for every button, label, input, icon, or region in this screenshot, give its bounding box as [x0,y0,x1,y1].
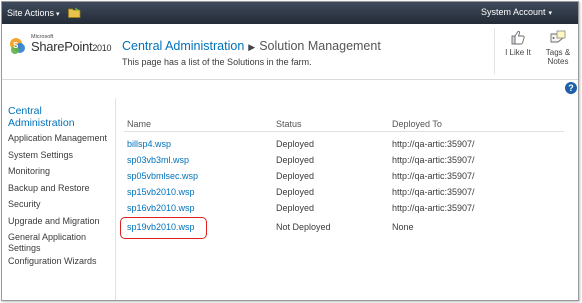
svg-text:S: S [13,41,19,50]
solution-name-link[interactable]: sp05vbmlsec.wsp [127,171,198,181]
tags-label-line2: Notes [547,57,569,66]
tags-icon [550,30,566,43]
solution-name-link[interactable]: sp03vb3ml.wsp [127,155,189,165]
column-header-name[interactable]: Name [127,119,151,129]
site-actions-label: Site Actions [7,8,55,18]
site-actions-menu[interactable]: Site Actions ▾ [7,8,60,18]
breadcrumb-arrow-icon: ▶ [248,42,256,52]
table-row: sp03vb3ml.wsp Deployed http://qa-artic:3… [117,152,578,168]
nav-heading-line2: Administration [8,117,75,129]
nav-heading-line1: Central [8,105,42,117]
nav-item-upgrade-and-migration[interactable]: Upgrade and Migration [8,216,115,233]
chevron-down-icon: ▾ [548,10,552,17]
table-row: sp05vbmlsec.wsp Deployed http://qa-artic… [117,168,578,184]
highlight-annotation [120,217,207,239]
i-like-it-button[interactable]: I Like It [502,30,534,57]
product-name: SharePoint2010 [31,39,111,54]
nav-heading-central-administration[interactable]: Central Administration [8,105,75,129]
breadcrumb: Central Administration ▶ Solution Manageme… [122,39,381,53]
product-year: 2010 [92,43,112,53]
sharepoint-window: Site Actions ▾ System Account ▾ S Microsof… [1,1,579,301]
table-row: sp15vb2010.wsp Deployed http://qa-artic:… [117,184,578,200]
column-header-deployed-to[interactable]: Deployed To [392,119,442,129]
solution-deployed-to: http://qa-artic:35907/ [392,139,475,149]
folder-icon[interactable] [68,7,81,18]
solution-deployed-to: http://qa-artic:35907/ [392,171,475,181]
table-row: sp16vb2010.wsp Deployed http://qa-artic:… [117,200,578,216]
account-name: System Account [480,7,546,17]
column-header-status[interactable]: Status [276,119,302,129]
nav-item-general-application-settings[interactable]: General Application Settings [8,232,115,256]
account-menu[interactable]: System Account ▾ [481,7,552,17]
like-label: I Like It [505,48,531,57]
table-row: billsp4.wsp Deployed http://qa-artic:359… [117,136,578,152]
divider [494,28,495,74]
chevron-down-icon: ▾ [56,11,60,18]
solution-status: Deployed [276,155,315,165]
solution-status: Deployed [276,139,315,149]
quick-launch: Central Administration Application Manag… [2,98,116,300]
solution-deployed-to: http://qa-artic:35907/ [392,155,475,165]
page-title: Solution Management [259,39,381,53]
solutions-table: Name Status Deployed To billsp4.wsp Depl… [117,98,578,300]
solution-deployed-to: None [392,222,414,232]
product-label: SharePoint [31,39,93,54]
title-area: S Microsoft SharePoint2010 Central Admin… [2,24,578,80]
solution-deployed-to: http://qa-artic:35907/ [392,203,475,213]
solution-status: Deployed [276,171,315,181]
nav-item-application-management[interactable]: Application Management [8,133,115,150]
like-icon [511,30,525,45]
header-divider [124,131,564,132]
solution-name-link[interactable]: billsp4.wsp [127,139,171,149]
nav-item-monitoring[interactable]: Monitoring [8,166,115,183]
nav-list: Application Management System Settings M… [8,133,115,273]
solution-status: Deployed [276,203,315,213]
solution-name-link[interactable]: sp15vb2010.wsp [127,187,195,197]
nav-item-configuration-wizards[interactable]: Configuration Wizards [8,256,115,273]
solution-status: Not Deployed [276,222,331,232]
nav-item-backup-and-restore[interactable]: Backup and Restore [8,183,115,200]
solution-status: Deployed [276,187,315,197]
solution-deployed-to: http://qa-artic:35907/ [392,187,475,197]
help-icon[interactable]: ? [565,82,577,94]
page-description: This page has a list of the Solutions in… [122,57,312,67]
nav-item-security[interactable]: Security [8,199,115,216]
solution-name-link[interactable]: sp16vb2010.wsp [127,203,195,213]
tags-notes-button[interactable]: Tags & Notes [540,30,576,66]
top-ribbon: Site Actions ▾ System Account ▾ [2,2,578,24]
sharepoint-logo: S Microsoft SharePoint2010 [7,33,117,73]
breadcrumb-root-link[interactable]: Central Administration [122,39,244,53]
nav-item-system-settings[interactable]: System Settings [8,150,115,167]
tags-label-line1: Tags & [545,48,571,57]
sharepoint-logo-icon: S [10,38,25,54]
